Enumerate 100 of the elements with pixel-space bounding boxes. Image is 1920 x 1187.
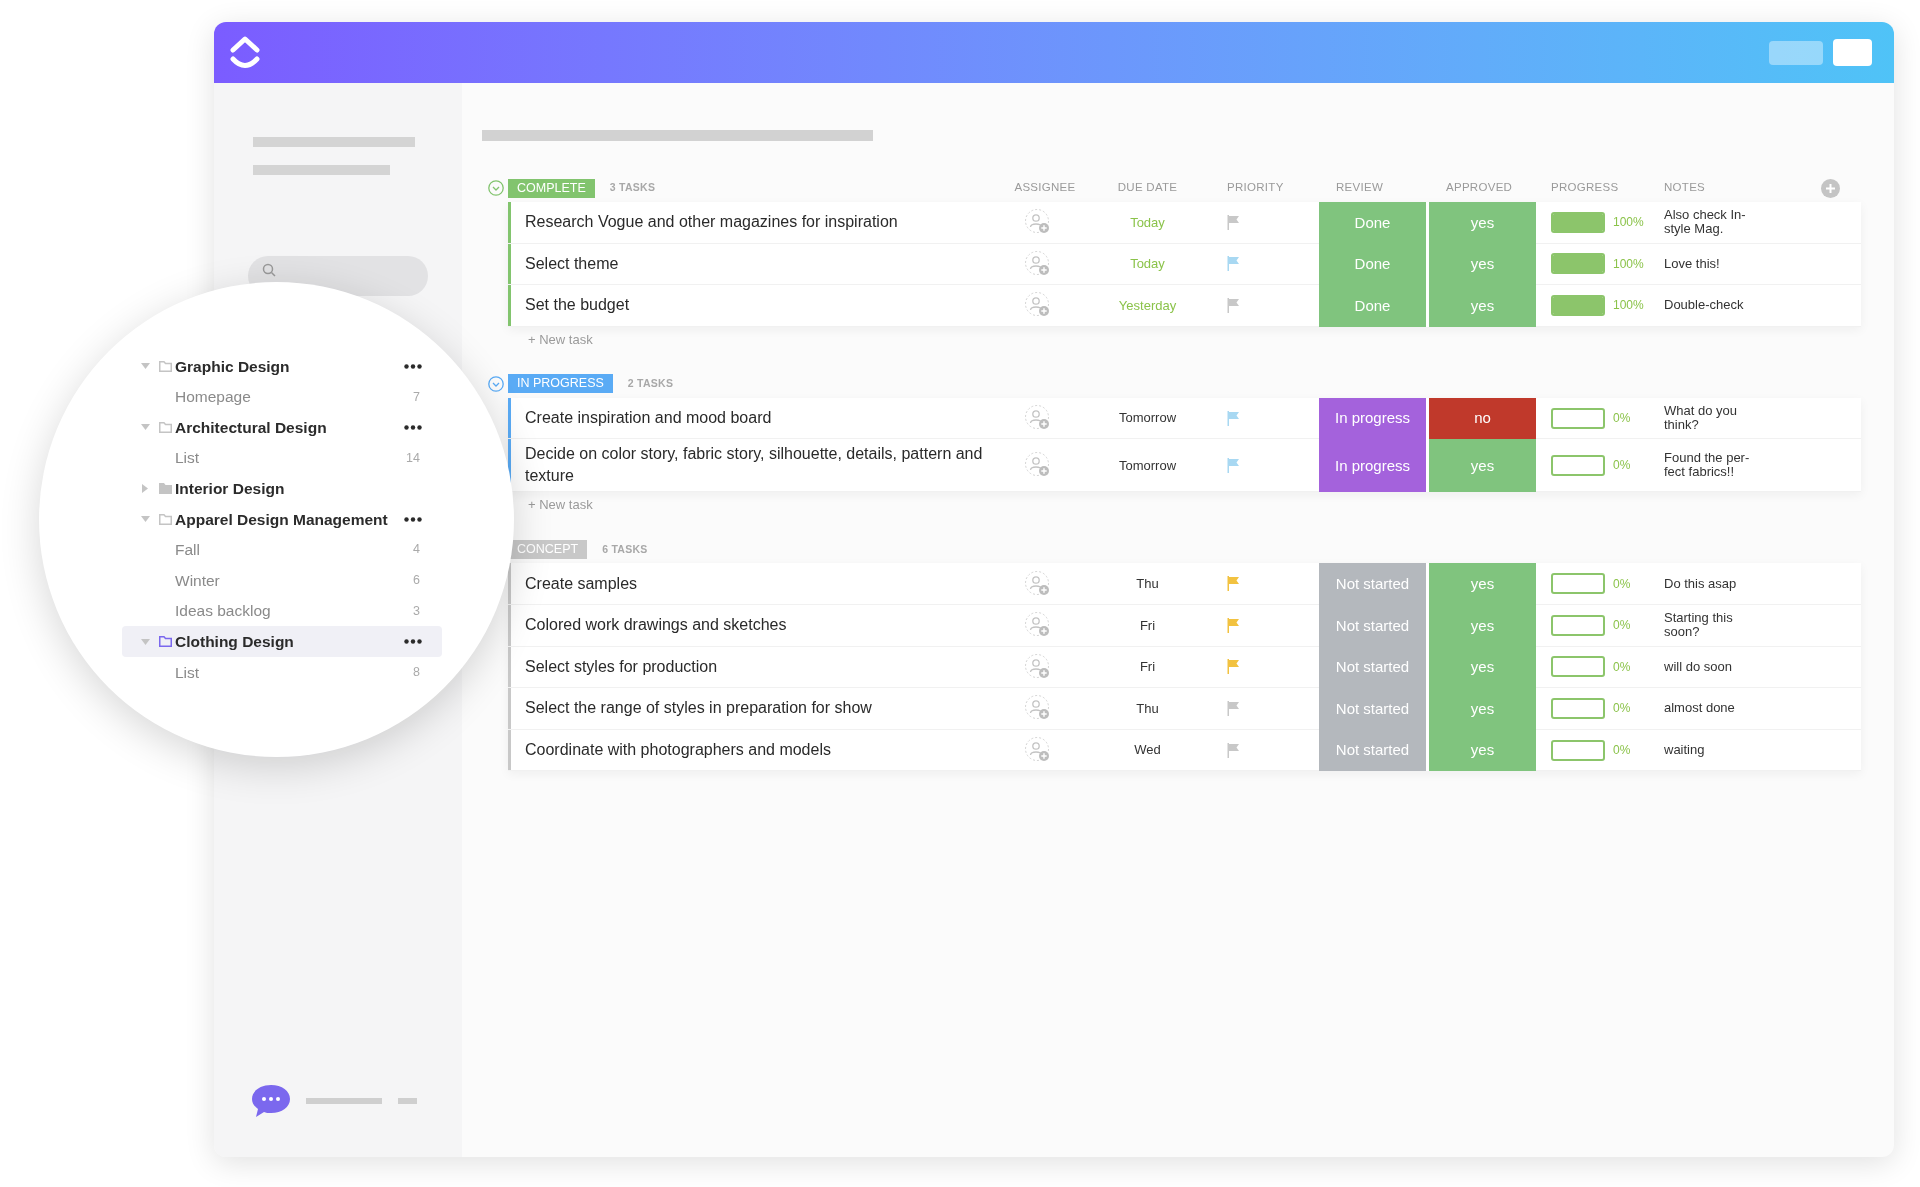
list-row[interactable]: List 14	[122, 442, 442, 474]
list-row[interactable]: Ideas backlog 3	[122, 595, 442, 627]
progress-reading: 100%	[1613, 297, 1644, 315]
flag-icon[interactable]	[1227, 298, 1240, 313]
flag-icon[interactable]	[1227, 742, 1240, 758]
folder-icon	[159, 360, 172, 372]
header-button[interactable]	[1769, 40, 1823, 65]
progress-reading: 0%	[1613, 457, 1631, 475]
approved-cell[interactable]: no	[1426, 397, 1536, 440]
more-icon[interactable]	[404, 639, 422, 645]
caret-down-icon[interactable]	[140, 638, 150, 645]
list-row[interactable]: Homepage 7	[122, 381, 442, 413]
collapse-toggle-icon[interactable]	[488, 180, 504, 196]
flag-icon[interactable]	[1227, 410, 1240, 426]
task-note[interactable]: almost done	[1664, 701, 1764, 716]
flag-icon[interactable]	[1227, 214, 1240, 230]
flag-icon[interactable]	[1227, 659, 1240, 675]
due-date[interactable]: Thu	[1136, 698, 1159, 719]
more-icon[interactable]	[404, 363, 422, 369]
chat-icon[interactable]	[250, 1083, 292, 1119]
list-label: List	[175, 448, 200, 469]
list-row[interactable]: List 8	[122, 656, 442, 688]
task-name[interactable]: Create samples	[525, 572, 638, 595]
folder-row[interactable]: Clothing Design	[122, 626, 442, 657]
caret-down-icon[interactable]	[140, 424, 150, 431]
task-count: 6	[413, 572, 420, 590]
folder-label: Apparel Design Management	[175, 509, 388, 530]
column-header: PRIORITY	[1227, 180, 1284, 196]
task-count: 3 TASKS	[609, 180, 656, 196]
collapse-toggle-icon[interactable]	[488, 375, 504, 392]
task-name[interactable]: Select theme	[525, 252, 619, 275]
column-header: DUE DATE	[1117, 180, 1178, 196]
folder-label: Graphic Design	[175, 356, 290, 377]
folder-label: Architectural Design	[175, 417, 327, 438]
folder-label: Interior Design	[175, 479, 285, 500]
due-date[interactable]: Tomorrow	[1118, 455, 1177, 476]
caret-right-icon[interactable]	[142, 484, 148, 494]
task-count: 6 TASKS	[602, 541, 648, 557]
due-date[interactable]: Tomorrow	[1118, 408, 1177, 428]
flag-icon[interactable]	[1227, 457, 1240, 473]
new-task-link[interactable]: + New task	[528, 329, 593, 350]
column-header: PROGRESS	[1551, 180, 1619, 196]
task-note[interactable]: Double-check	[1664, 298, 1764, 313]
caret-down-icon[interactable]	[140, 516, 150, 523]
flag-icon[interactable]	[1227, 700, 1240, 716]
task-note[interactable]: Love this!	[1664, 256, 1764, 271]
list-label: Winter	[175, 570, 220, 591]
folder-row[interactable]: Interior Design	[122, 473, 442, 504]
add-assignee-icon[interactable]	[1024, 249, 1052, 278]
progress-reading: 100%	[1613, 214, 1644, 232]
task-note[interactable]: Starting this soon?	[1664, 611, 1764, 640]
more-icon[interactable]	[404, 425, 422, 430]
due-date[interactable]: Fri	[1139, 657, 1156, 677]
folder-icon	[159, 636, 172, 648]
folder-icon	[159, 422, 172, 433]
folder-row[interactable]: Apparel Design Management	[122, 503, 442, 535]
folder-row[interactable]: Architectural Design	[122, 412, 442, 443]
task-note[interactable]: will do soon	[1664, 659, 1764, 674]
progress-reading: 0%	[1613, 700, 1631, 718]
new-task-link[interactable]: + New task	[528, 495, 593, 515]
review-cell[interactable]: In progress	[1319, 397, 1426, 440]
progress-reading: 0%	[1613, 742, 1631, 760]
task-name[interactable]: Decide on color story, fabric story, silhouette, details, pattern and texture	[525, 443, 988, 488]
column-header: REVIEW	[1336, 180, 1384, 196]
task-name[interactable]: Research Vogue and other magazines for inspiration	[525, 211, 898, 234]
task-count: 4	[413, 541, 420, 559]
due-date[interactable]: Wed	[1134, 740, 1161, 760]
due-date[interactable]: Thu	[1136, 573, 1159, 594]
column-header: ASSIGNEE	[1014, 180, 1076, 196]
folder-row[interactable]: Graphic Design	[122, 351, 442, 382]
progress-reading: 0%	[1613, 617, 1631, 635]
task-note[interactable]: Also check In-style Mag.	[1664, 208, 1764, 237]
task-name[interactable]: Select the range of styles in preparation for show	[525, 697, 872, 720]
flag-icon[interactable]	[1227, 256, 1240, 272]
more-icon[interactable]	[404, 516, 422, 522]
flag-icon[interactable]	[1227, 617, 1240, 633]
list-row[interactable]: Fall 4	[122, 534, 442, 566]
add-assignee-icon[interactable]	[1024, 652, 1052, 681]
due-date[interactable]: Fri	[1139, 615, 1156, 635]
header-button[interactable]	[1833, 39, 1872, 66]
progress-reading: 0%	[1613, 575, 1631, 593]
task-name[interactable]: Set the budget	[525, 294, 630, 317]
list-label: Fall	[175, 540, 200, 561]
flag-icon[interactable]	[1227, 576, 1240, 592]
task-name[interactable]: Select styles for production	[525, 655, 718, 678]
task-note[interactable]: Found the per-fect fabrics!!	[1664, 451, 1764, 480]
task-name[interactable]: Create inspiration and mood board	[525, 407, 772, 430]
task-note[interactable]: Do this asap	[1664, 576, 1764, 591]
list-row[interactable]: Winter 6	[122, 565, 442, 596]
caret-down-icon[interactable]	[140, 363, 150, 370]
progress-reading: 0%	[1613, 410, 1631, 428]
task-name[interactable]: Colored work drawings and sketches	[525, 614, 787, 637]
task-count: 2 TASKS	[627, 375, 674, 391]
task-name[interactable]: Coordinate with photographers and models	[525, 739, 831, 762]
task-note[interactable]: waiting	[1664, 743, 1764, 758]
add-column-icon[interactable]	[1821, 178, 1840, 198]
add-assignee-icon[interactable]	[1024, 569, 1052, 598]
task-note[interactable]: What do you think?	[1664, 404, 1764, 433]
task-count: 8	[413, 663, 420, 681]
review-cell[interactable]: In progress	[1319, 439, 1426, 493]
